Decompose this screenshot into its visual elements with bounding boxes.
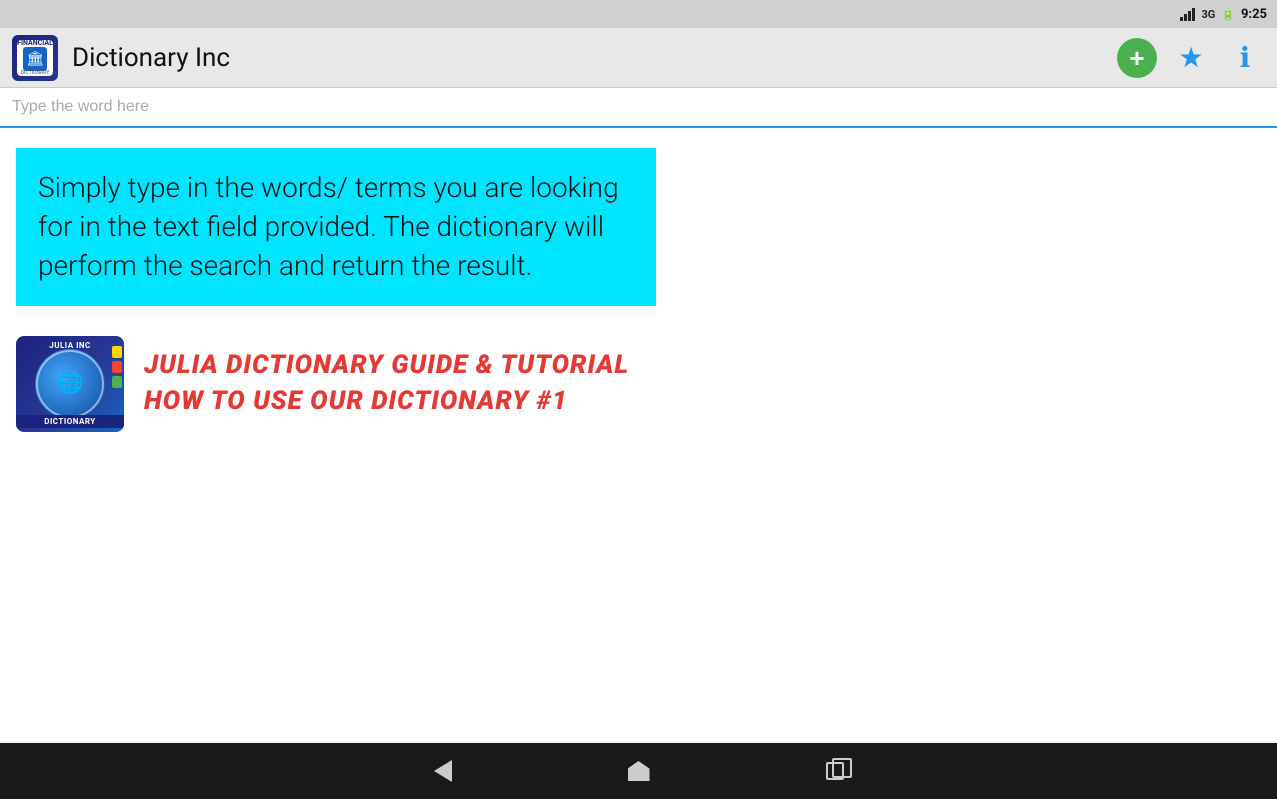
- home-icon: [628, 761, 650, 781]
- status-bar: 3G 🔋 9:25: [0, 0, 1277, 28]
- info-box: Simply type in the words/ terms you are …: [16, 148, 656, 306]
- battery-icon: 🔋: [1221, 8, 1235, 21]
- tutorial-line1: JULIA DICTIONARY GUIDE & TUTORIAL: [144, 350, 629, 381]
- search-input[interactable]: [12, 94, 1265, 120]
- plus-icon: +: [1129, 45, 1144, 71]
- app-bar: FINANCIAL 🏛 DICTIONARY Dictionary Inc + …: [0, 28, 1277, 88]
- info-button[interactable]: ℹ: [1225, 38, 1265, 78]
- thumb-globe: 🌐: [35, 349, 105, 419]
- tutorial-thumbnail: JULIA INC 🌐 DICTIONARY: [16, 336, 124, 432]
- status-time: 9:25: [1241, 7, 1267, 22]
- info-box-text: Simply type in the words/ terms you are …: [38, 168, 634, 286]
- tutorial-line2: HOW TO USE OUR DICTIONARY #1: [144, 386, 629, 417]
- star-icon: ★: [1178, 41, 1203, 74]
- add-button[interactable]: +: [1117, 38, 1157, 78]
- recent-button[interactable]: [818, 754, 852, 788]
- action-icons: + ★ ℹ: [1117, 38, 1265, 78]
- tutorial-card[interactable]: JULIA INC 🌐 DICTIONARY JULIA DICTIONARY …: [16, 336, 1261, 432]
- favorites-button[interactable]: ★: [1171, 38, 1211, 78]
- app-title: Dictionary Inc: [72, 43, 1117, 73]
- app-icon: FINANCIAL 🏛 DICTIONARY: [12, 35, 58, 81]
- thumb-bottom-label: DICTIONARY: [16, 415, 124, 428]
- thumb-side-bars: [112, 346, 122, 388]
- signal-icon: [1180, 7, 1195, 21]
- nav-bar: [0, 743, 1277, 799]
- search-container: [0, 88, 1277, 128]
- back-button[interactable]: [426, 752, 460, 790]
- home-button[interactable]: [620, 753, 658, 789]
- recent-icon: [826, 762, 844, 780]
- info-icon: ℹ: [1240, 41, 1251, 74]
- back-icon: [434, 760, 452, 782]
- signal-label: 3G: [1201, 8, 1215, 21]
- tutorial-title: JULIA DICTIONARY GUIDE & TUTORIAL HOW TO…: [144, 350, 629, 416]
- main-content: Simply type in the words/ terms you are …: [0, 128, 1277, 741]
